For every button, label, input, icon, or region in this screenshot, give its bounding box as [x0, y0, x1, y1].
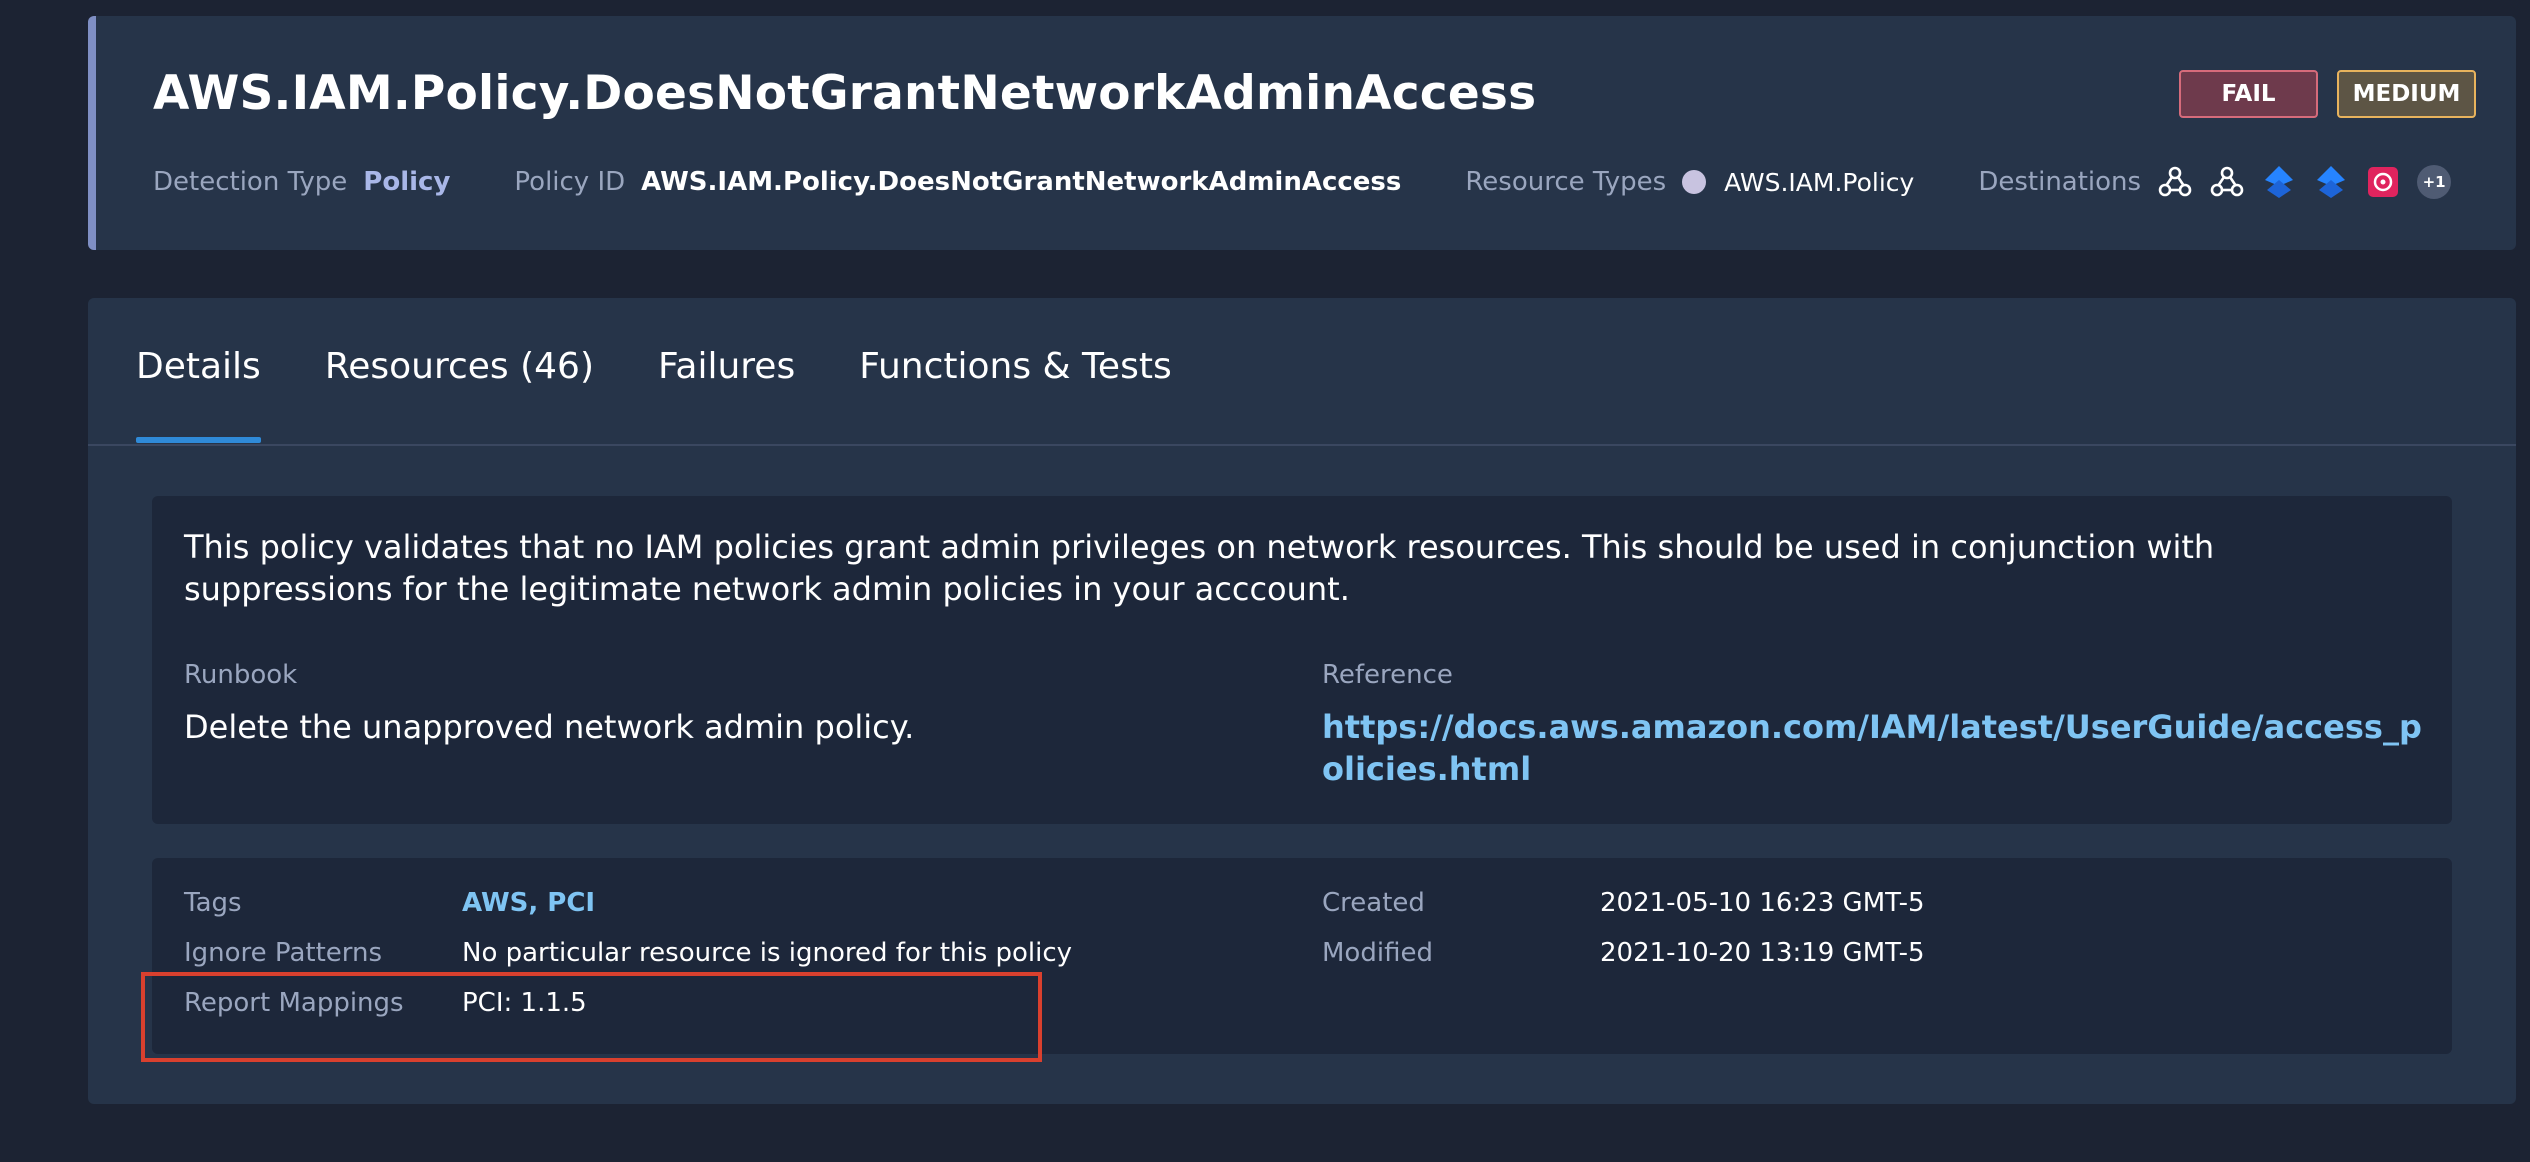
resource-types-label: Resource Types — [1465, 167, 1667, 197]
jira-icon[interactable] — [2261, 164, 2297, 200]
resource-type-value: AWS.IAM.Policy — [1724, 167, 1915, 197]
policy-description: This policy validates that no IAM polici… — [184, 528, 2215, 608]
tab-divider — [88, 444, 2516, 446]
details-panel: Details Resources (46) Failures Function… — [88, 298, 2516, 1104]
created-label: Created — [1322, 888, 1425, 918]
tab-details[interactable]: Details — [136, 298, 261, 446]
severity-badge[interactable]: MEDIUM — [2337, 70, 2476, 118]
destination-icons: +1 — [2157, 164, 2452, 200]
detection-type-label: Detection Type — [153, 167, 348, 197]
policy-meta-row: Detection Type Policy Policy ID AWS.IAM.… — [153, 162, 2452, 202]
reference-link[interactable]: https://docs.aws.amazon.com/IAM/latest/U… — [1322, 708, 2422, 788]
destinations: Destinations +1 — [1978, 164, 2452, 200]
webhook-icon[interactable] — [2209, 164, 2245, 200]
reference-field: https://docs.aws.amazon.com/IAM/latest/U… — [1322, 706, 2422, 790]
status-badge[interactable]: FAIL — [2179, 70, 2318, 118]
policy-id-label: Policy ID — [514, 167, 626, 197]
policy-header: AWS.IAM.Policy.DoesNotGrantNetworkAdminA… — [88, 16, 2516, 250]
page-title: AWS.IAM.Policy.DoesNotGrantNetworkAdminA… — [153, 66, 1537, 121]
policy-id: Policy ID AWS.IAM.Policy.DoesNotGrantNet… — [514, 167, 1401, 197]
tab-resources[interactable]: Resources (46) — [325, 298, 594, 446]
ignore-patterns-value: No particular resource is ignored for th… — [462, 938, 1073, 968]
ignore-patterns-label: Ignore Patterns — [184, 938, 383, 968]
jira-icon[interactable] — [2313, 164, 2349, 200]
reference-label: Reference — [1322, 660, 1453, 690]
resource-types: Resource Types AWS.IAM.Policy — [1465, 167, 1914, 197]
destinations-label: Destinations — [1978, 167, 2142, 197]
detection-type: Detection Type Policy — [153, 167, 450, 197]
runbook-value: Delete the unapproved network admin poli… — [184, 708, 915, 746]
detection-type-value: Policy — [363, 167, 451, 197]
description-section: This policy validates that no IAM polici… — [152, 496, 2452, 824]
slack-app-icon[interactable] — [2365, 164, 2401, 200]
runbook-label: Runbook — [184, 660, 298, 690]
modified-label: Modified — [1322, 938, 1433, 968]
more-destinations-badge[interactable]: +1 — [2417, 165, 2452, 199]
tab-failures[interactable]: Failures — [658, 298, 795, 446]
tags-value[interactable]: AWS, PCI — [462, 888, 595, 918]
metadata-section: Tags AWS, PCI Ignore Patterns No particu… — [152, 858, 2452, 1054]
modified-value: 2021-10-20 13:19 GMT-5 — [1600, 938, 1925, 968]
policy-id-value: AWS.IAM.Policy.DoesNotGrantNetworkAdminA… — [641, 167, 1402, 197]
resource-type-dot-icon — [1682, 170, 1707, 194]
report-mappings-value: PCI: 1.1.5 — [462, 988, 587, 1018]
created-value: 2021-05-10 16:23 GMT-5 — [1600, 888, 1925, 918]
tags-label: Tags — [184, 888, 242, 918]
tab-functions-tests[interactable]: Functions & Tests — [859, 298, 1172, 446]
report-mappings-label: Report Mappings — [184, 988, 404, 1018]
webhook-icon[interactable] — [2157, 164, 2193, 200]
tab-bar: Details Resources (46) Failures Function… — [136, 298, 1236, 446]
